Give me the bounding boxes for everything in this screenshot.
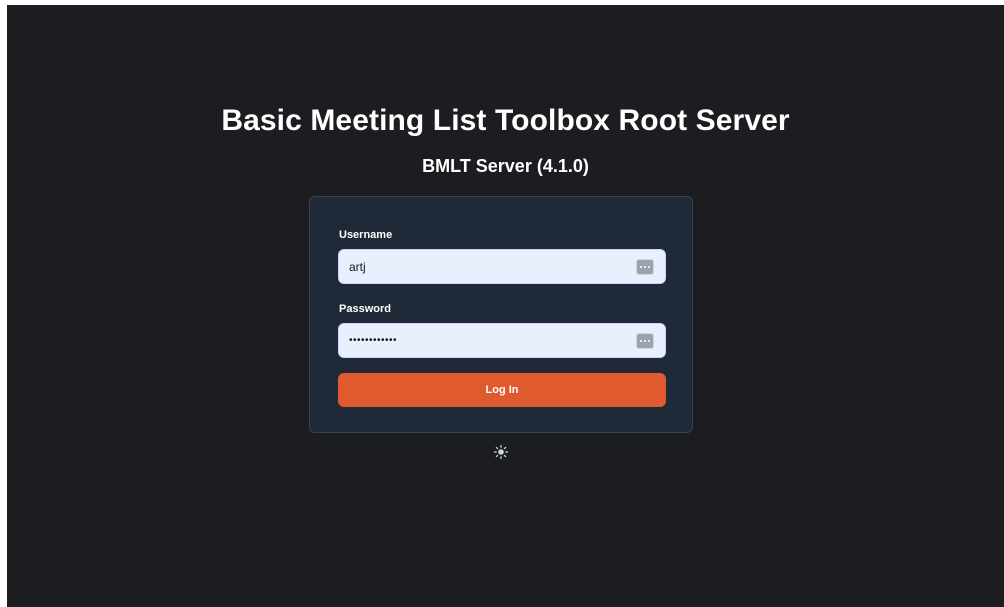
server-version: BMLT Server (4.1.0) [422,156,589,176]
login-card: Username Password Log In [309,196,693,433]
log-in-button[interactable]: Log In [338,373,666,407]
password-manager-icon[interactable] [636,259,654,275]
username-label: Username [339,229,393,241]
password-field[interactable] [338,323,666,358]
username-field[interactable] [338,249,666,284]
page-title: Basic Meeting List Toolbox Root Server [221,104,790,137]
password-manager-icon[interactable] [636,333,654,349]
page-background: Basic Meeting List Toolbox Root Server B… [7,5,1004,607]
password-label: Password [339,303,391,315]
sun-icon[interactable] [493,444,509,460]
